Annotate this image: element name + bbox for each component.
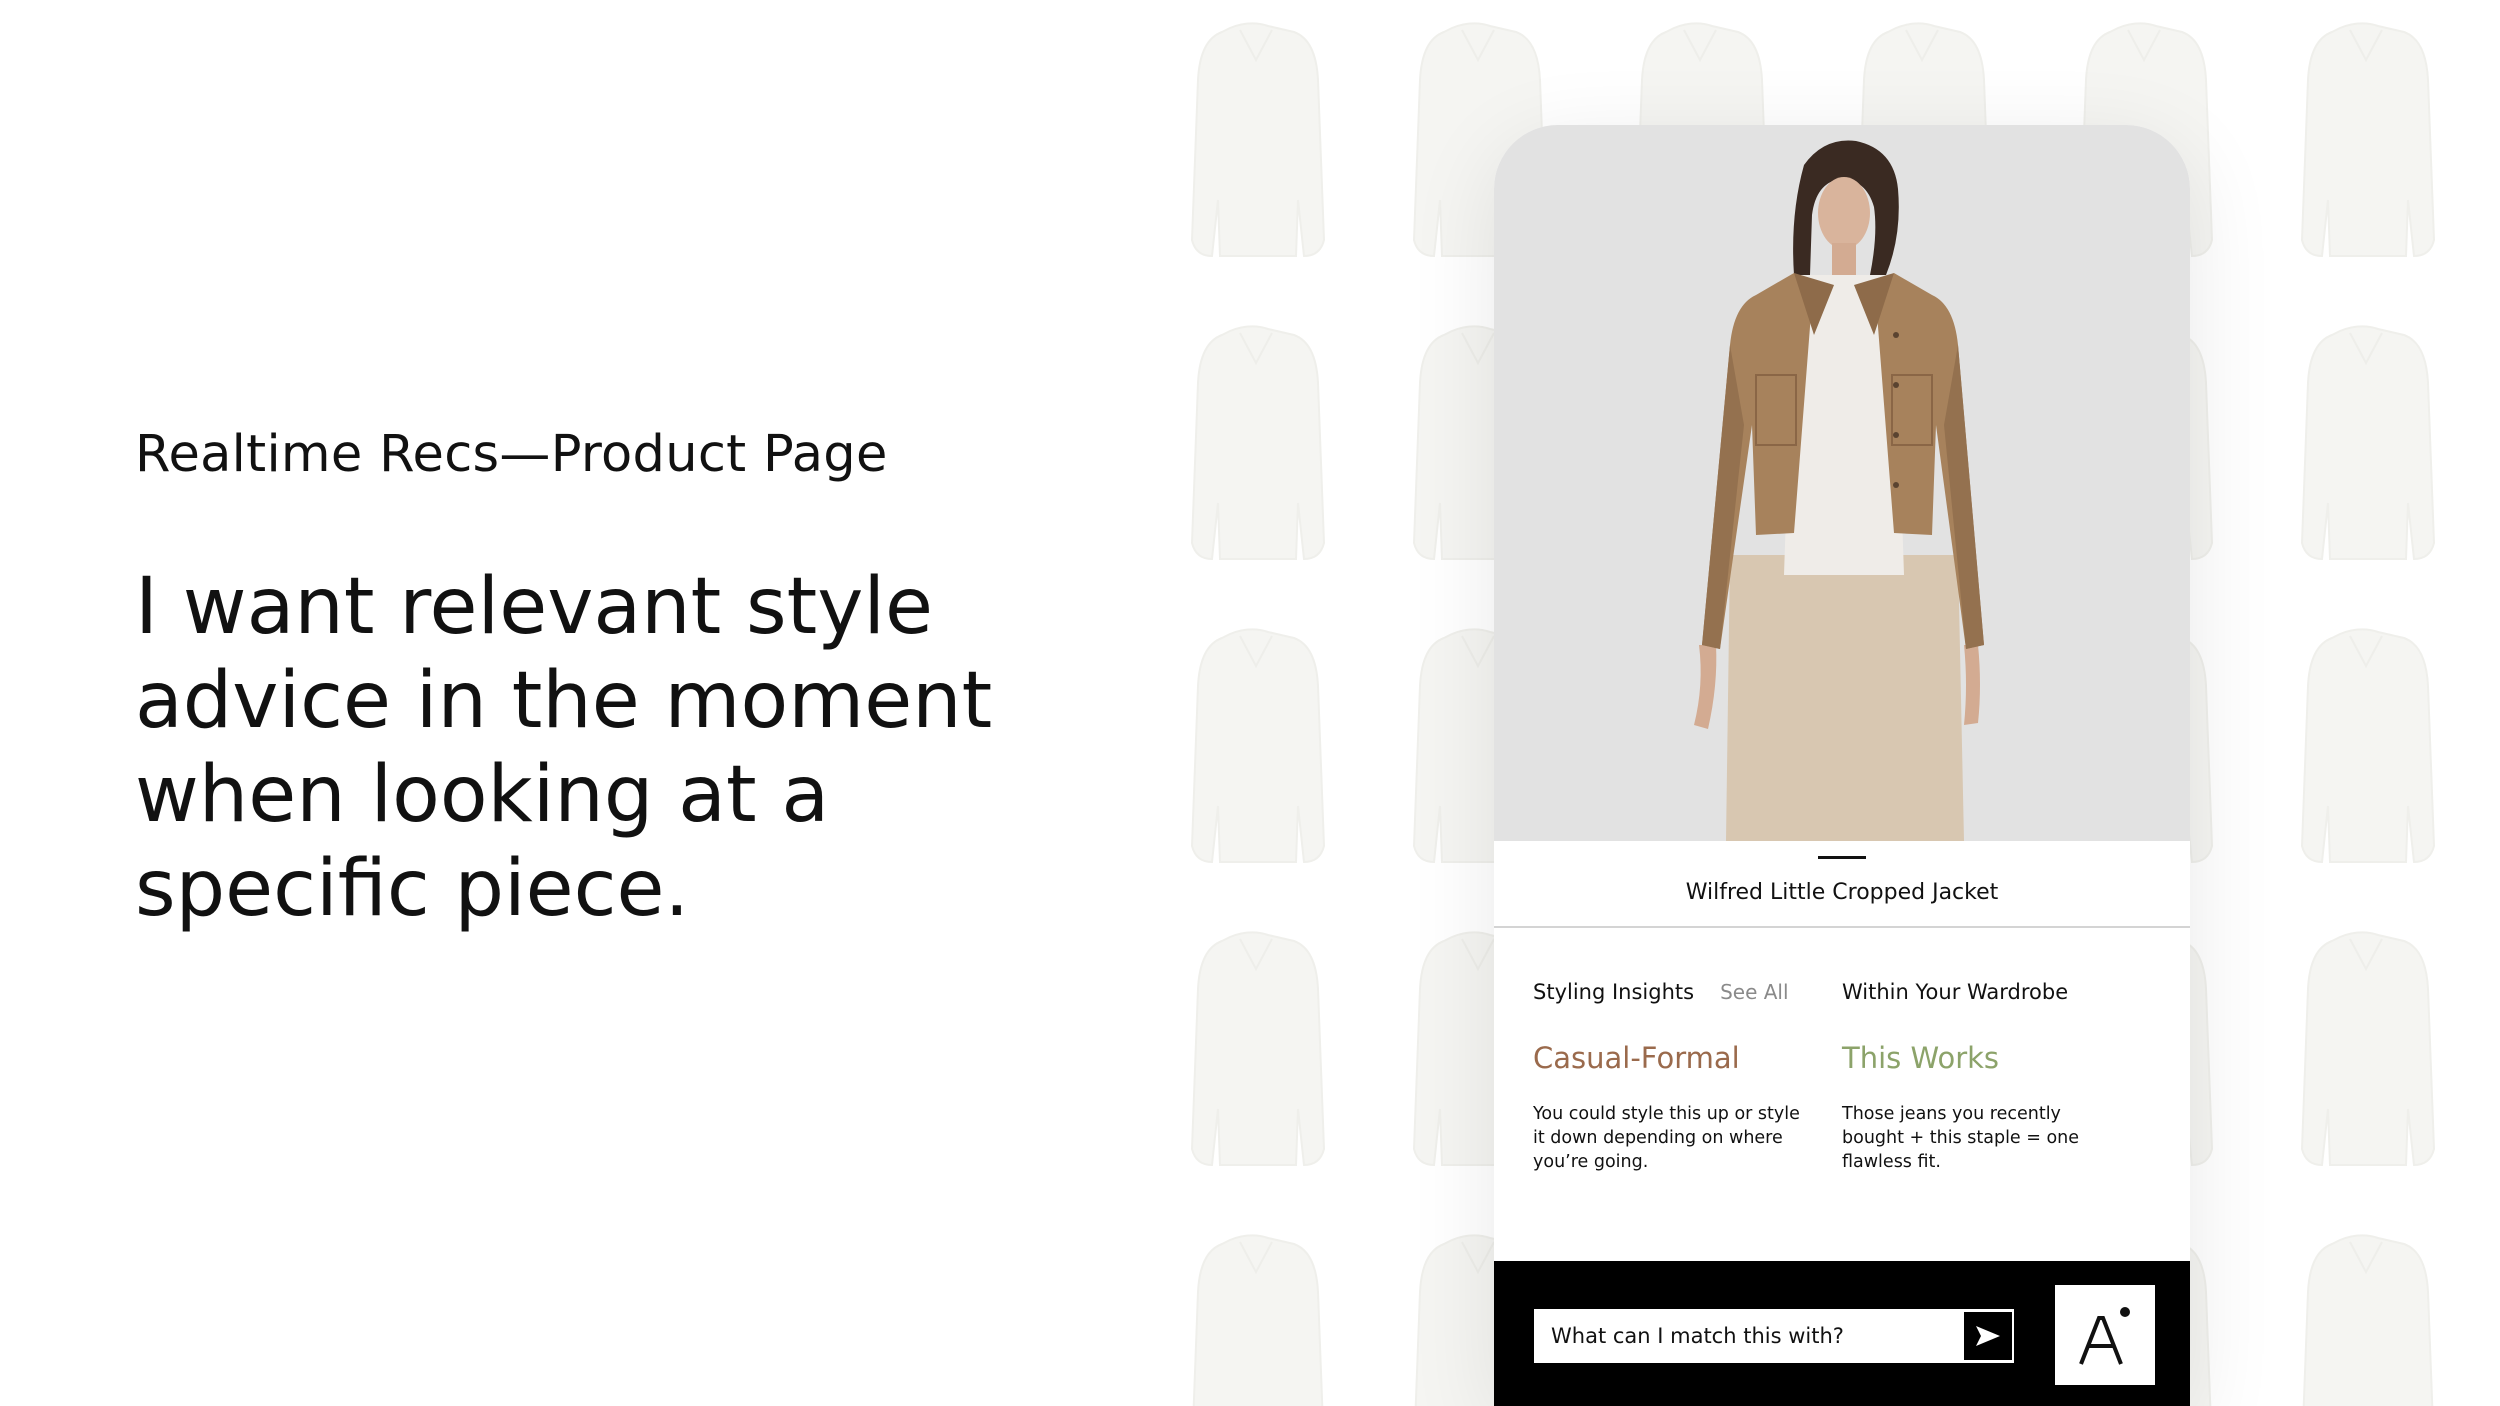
styling-insights-header: Styling Insights See All <box>1533 980 1813 1004</box>
wardrobe-section: Within Your Wardrobe This Works Those je… <box>1842 980 2122 1174</box>
product-name: Wilfred Little Cropped Jacket <box>1685 880 1999 905</box>
headline: I want relevant style advice in the mome… <box>135 562 993 934</box>
styling-insight-title: Casual-Formal <box>1533 1041 1740 1075</box>
wardrobe-insight-body: Those jeans you recently bought + this s… <box>1842 1104 2080 1172</box>
send-button[interactable] <box>1963 1311 2013 1361</box>
phone-mockup: Wilfred Little Cropped Jacket Styling In… <box>1494 125 2190 1406</box>
wardrobe-heading: Within Your Wardrobe <box>1842 980 2069 1004</box>
brand-logo-icon <box>2079 1307 2130 1365</box>
wardrobe-insight-title: This Works <box>1842 1041 2000 1075</box>
chat-bar <box>1494 1261 2190 1406</box>
divider <box>1494 926 2190 928</box>
chat-input-container <box>1534 1309 2014 1363</box>
assistant-logo-button[interactable] <box>2055 1285 2155 1385</box>
styling-insights-section: Styling Insights See All Casual-Formal Yo… <box>1533 980 1813 1174</box>
send-arrow-icon <box>1976 1326 2000 1346</box>
section-eyebrow: Realtime Recs—Product Page <box>135 425 888 484</box>
sheet-drag-handle[interactable] <box>1818 856 1866 859</box>
chat-input[interactable] <box>1535 1310 1965 1362</box>
product-image <box>1494 125 2190 841</box>
see-all-link[interactable]: See All <box>1720 980 1788 1004</box>
styling-insight-body: You could style this up or style it down… <box>1533 1104 1800 1172</box>
styling-insights-heading: Styling Insights <box>1533 980 1695 1004</box>
